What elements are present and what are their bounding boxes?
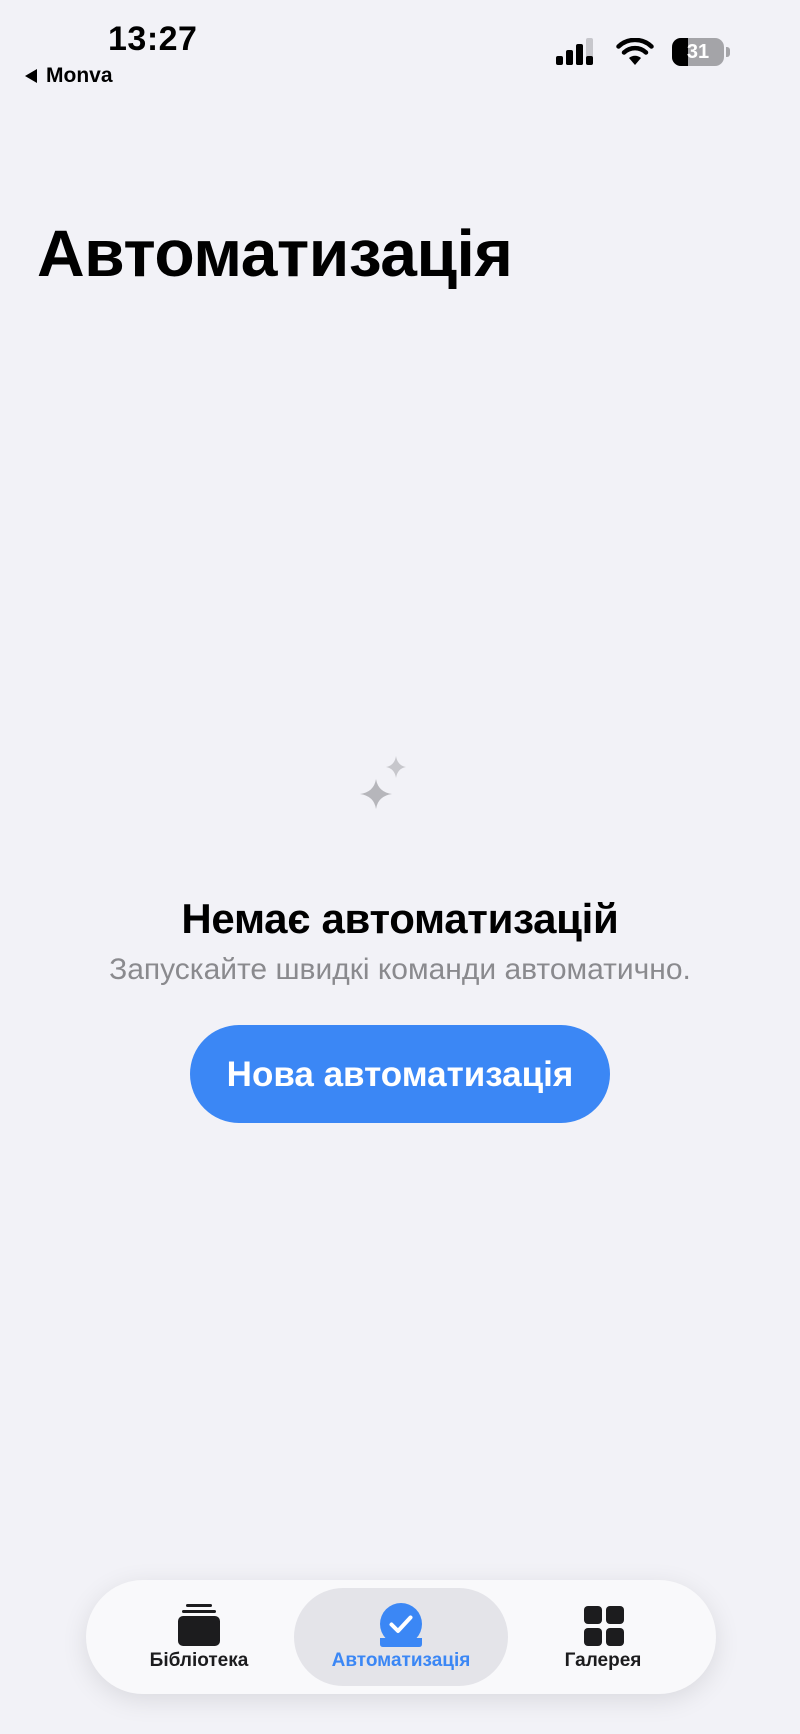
status-indicators: 31 [556, 38, 730, 66]
battery-icon: 31 [672, 38, 730, 66]
back-to-app-button[interactable]: Monva [24, 64, 113, 88]
empty-state-subtitle: Запускайте швидкі команди автоматично. [109, 953, 691, 986]
cellular-signal-icon [556, 38, 598, 66]
empty-state: Немає автоматизацій Запускайте швидкі ко… [0, 753, 800, 1123]
wifi-icon [616, 38, 654, 66]
tab-automation-label: Автоматизація [331, 1650, 471, 1671]
status-time: 13:27 [108, 20, 198, 58]
library-stack-icon [175, 1602, 223, 1655]
back-app-label: Monva [46, 64, 113, 87]
tab-automation[interactable]: Автоматизація [294, 1588, 508, 1686]
tab-library[interactable]: Бібліотека [92, 1588, 306, 1686]
back-triangle-icon [24, 68, 38, 84]
tab-bar: Бібліотека Автоматизація Галерея [86, 1580, 716, 1694]
page-title: Автоматизація [37, 216, 513, 290]
automation-check-icon [377, 1602, 425, 1655]
battery-level: 31 [686, 41, 710, 63]
gallery-grid-icon [579, 1602, 627, 1655]
empty-state-title: Немає автоматизацій [181, 895, 619, 942]
new-automation-button[interactable]: Нова автоматизація [190, 1025, 610, 1123]
tab-gallery[interactable]: Галерея [496, 1588, 710, 1686]
tab-gallery-label: Галерея [564, 1650, 642, 1671]
tab-library-label: Бібліотека [149, 1650, 249, 1671]
